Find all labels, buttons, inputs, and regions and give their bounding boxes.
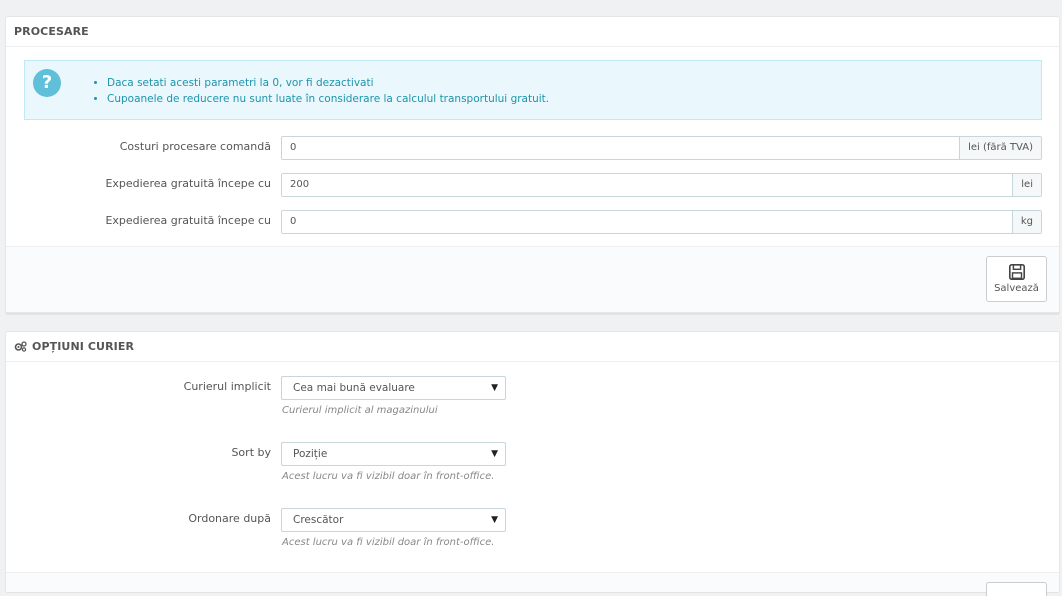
sort-by-row: Sort by Poziție ▼: [6, 441, 1059, 467]
handling-cost-row: Costuri procesare comandă 0 lei (fără TV…: [6, 135, 1059, 161]
order-by-row: Ordonare după Crescător ▼: [6, 507, 1059, 533]
free-shipping-weight-unit: kg: [1011, 211, 1041, 233]
free-shipping-weight-input[interactable]: 0: [282, 211, 1012, 233]
processing-panel: PROCESARE ? Daca setati acesti parametri…: [5, 16, 1060, 313]
save-button[interactable]: Salvează: [986, 256, 1047, 302]
free-shipping-weight-input-group: 0 kg: [281, 210, 1042, 234]
order-by-help: Acest lucru va fi vizibil doar în front-…: [282, 537, 495, 548]
free-shipping-weight-label: Expedierea gratuită începe cu: [105, 214, 271, 227]
save-icon: [1008, 263, 1025, 281]
default-carrier-value: Cea mai bună evaluare: [293, 382, 415, 394]
default-carrier-row: Curierul implicit Cea mai bună evaluare …: [6, 375, 1059, 401]
order-by-value: Crescător: [293, 514, 344, 526]
info-alert: ? Daca setati acesti parametri la 0, vor…: [24, 60, 1042, 120]
save-button-label: Salvează: [994, 283, 1039, 294]
carrier-heading-text: OPȚIUNI CURIER: [32, 340, 135, 353]
question-icon: ?: [33, 69, 61, 97]
free-shipping-price-input-group: 200 lei: [281, 173, 1042, 197]
default-carrier-help: Curierul implicit al magazinului: [282, 405, 438, 416]
free-shipping-price-input[interactable]: 200: [282, 174, 1013, 196]
sort-by-help: Acest lucru va fi vizibil doar în front-…: [282, 471, 495, 482]
cogs-icon: [14, 341, 27, 352]
alert-item: Daca setati acesti parametri la 0, vor f…: [107, 75, 549, 91]
dropdown-caret-icon: ▼: [491, 383, 498, 393]
processing-heading: PROCESARE: [6, 17, 1059, 47]
carrier-footer: [6, 572, 1059, 596]
default-carrier-label: Curierul implicit: [183, 380, 271, 393]
sort-by-select[interactable]: Poziție ▼: [281, 442, 506, 466]
handling-cost-input-group: 0 lei (fără TVA): [281, 136, 1042, 160]
carrier-save-button[interactable]: [986, 582, 1047, 596]
dropdown-caret-icon: ▼: [491, 449, 498, 459]
alert-list: Daca setati acesti parametri la 0, vor f…: [107, 75, 549, 107]
carrier-heading: OPȚIUNI CURIER: [6, 332, 1059, 362]
free-shipping-price-unit: lei: [1012, 174, 1041, 196]
order-by-label: Ordonare după: [188, 512, 271, 525]
handling-cost-label: Costuri procesare comandă: [119, 140, 271, 153]
free-shipping-price-label: Expedierea gratuită începe cu: [105, 177, 271, 190]
processing-heading-text: PROCESARE: [14, 25, 89, 38]
alert-item: Cupoanele de reducere nu sunt luate în c…: [107, 91, 549, 107]
handling-cost-input[interactable]: 0: [282, 137, 960, 159]
order-by-select[interactable]: Crescător ▼: [281, 508, 506, 532]
processing-footer: Salvează: [6, 246, 1059, 312]
handling-cost-unit: lei (fără TVA): [959, 137, 1041, 159]
free-shipping-price-row: Expedierea gratuită începe cu 200 lei: [6, 172, 1059, 198]
free-shipping-weight-row: Expedierea gratuită începe cu 0 kg: [6, 209, 1059, 235]
dropdown-caret-icon: ▼: [491, 515, 498, 525]
default-carrier-select[interactable]: Cea mai bună evaluare ▼: [281, 376, 506, 400]
sort-by-value: Poziție: [293, 448, 328, 460]
sort-by-label: Sort by: [231, 446, 271, 459]
carrier-options-panel: OPȚIUNI CURIER Curierul implicit Cea mai…: [5, 331, 1060, 596]
